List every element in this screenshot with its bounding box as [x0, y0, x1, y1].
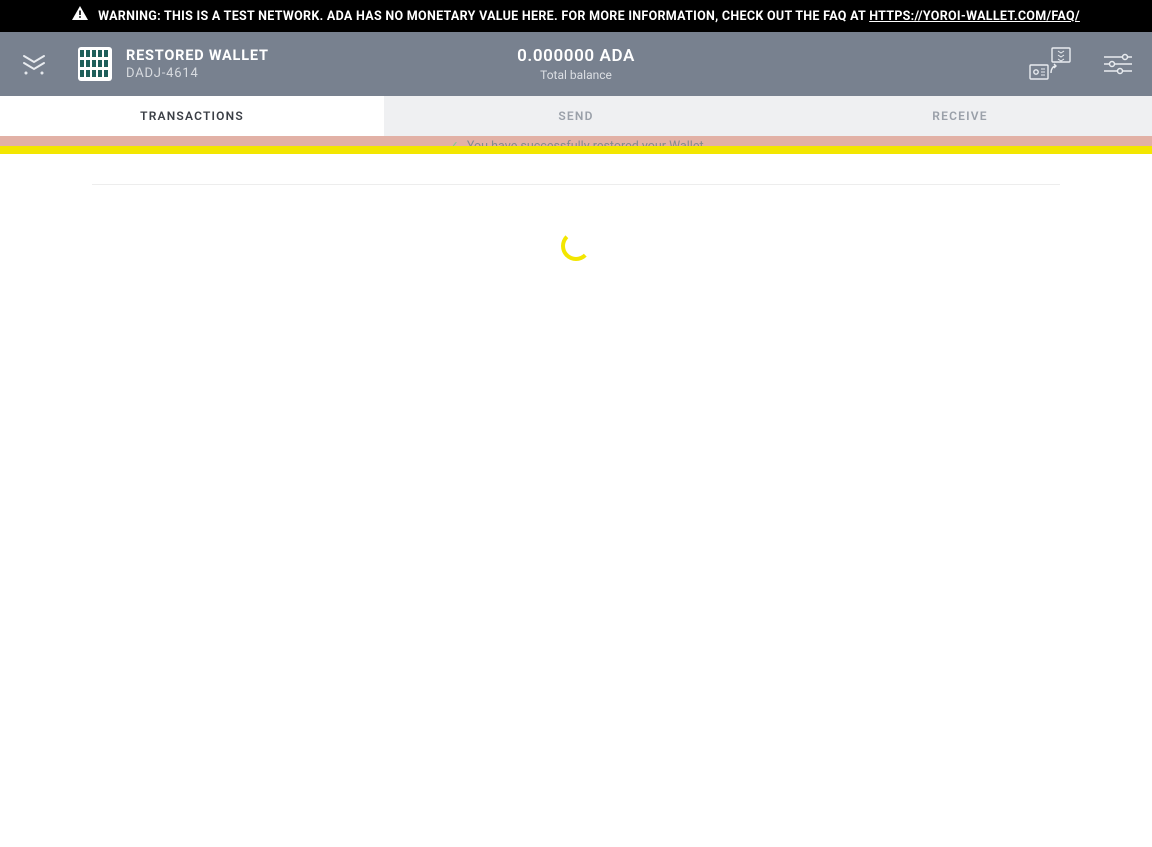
tab-transactions[interactable]: TRANSACTIONS: [0, 96, 384, 136]
content-divider: [92, 184, 1060, 185]
menu-icon[interactable]: [18, 48, 50, 80]
balance-amount: 0.000000 ADA: [517, 46, 635, 66]
wallet-code: DADJ-4614: [126, 66, 269, 81]
wallet-identicon: [78, 47, 112, 81]
loading-spinner-wrap: [92, 231, 1060, 261]
warning-text-prefix: WARNING: THIS IS A TEST NETWORK. ADA HAS…: [98, 9, 869, 24]
header-actions: [1028, 47, 1134, 81]
balance-block: 0.000000 ADA Total balance: [517, 46, 635, 82]
wallet-header: RESTORED WALLET DADJ-4614 0.000000 ADA T…: [0, 32, 1152, 96]
balance-label: Total balance: [517, 68, 635, 82]
notification-bg-yellow: [0, 146, 1152, 154]
tab-send[interactable]: SEND: [384, 96, 768, 136]
loading-spinner-icon: [561, 231, 591, 261]
notification-strip: ✓You have successfully restored your Wal…: [0, 136, 1152, 154]
wallet-tabs: TRANSACTIONS SEND RECEIVE: [0, 96, 1152, 136]
testnet-warning-banner: WARNING: THIS IS A TEST NETWORK. ADA HAS…: [0, 0, 1152, 32]
wallet-title-block: RESTORED WALLET DADJ-4614: [126, 47, 269, 81]
warning-icon: [72, 6, 88, 26]
transfer-icon[interactable]: [1028, 47, 1072, 81]
wallet-name: RESTORED WALLET: [126, 47, 269, 64]
faq-link[interactable]: HTTPS://YOROI-WALLET.COM/FAQ/: [869, 9, 1080, 24]
tab-receive[interactable]: RECEIVE: [768, 96, 1152, 136]
warning-text: WARNING: THIS IS A TEST NETWORK. ADA HAS…: [98, 7, 1080, 26]
content-area: [0, 154, 1152, 261]
settings-icon[interactable]: [1102, 52, 1134, 76]
